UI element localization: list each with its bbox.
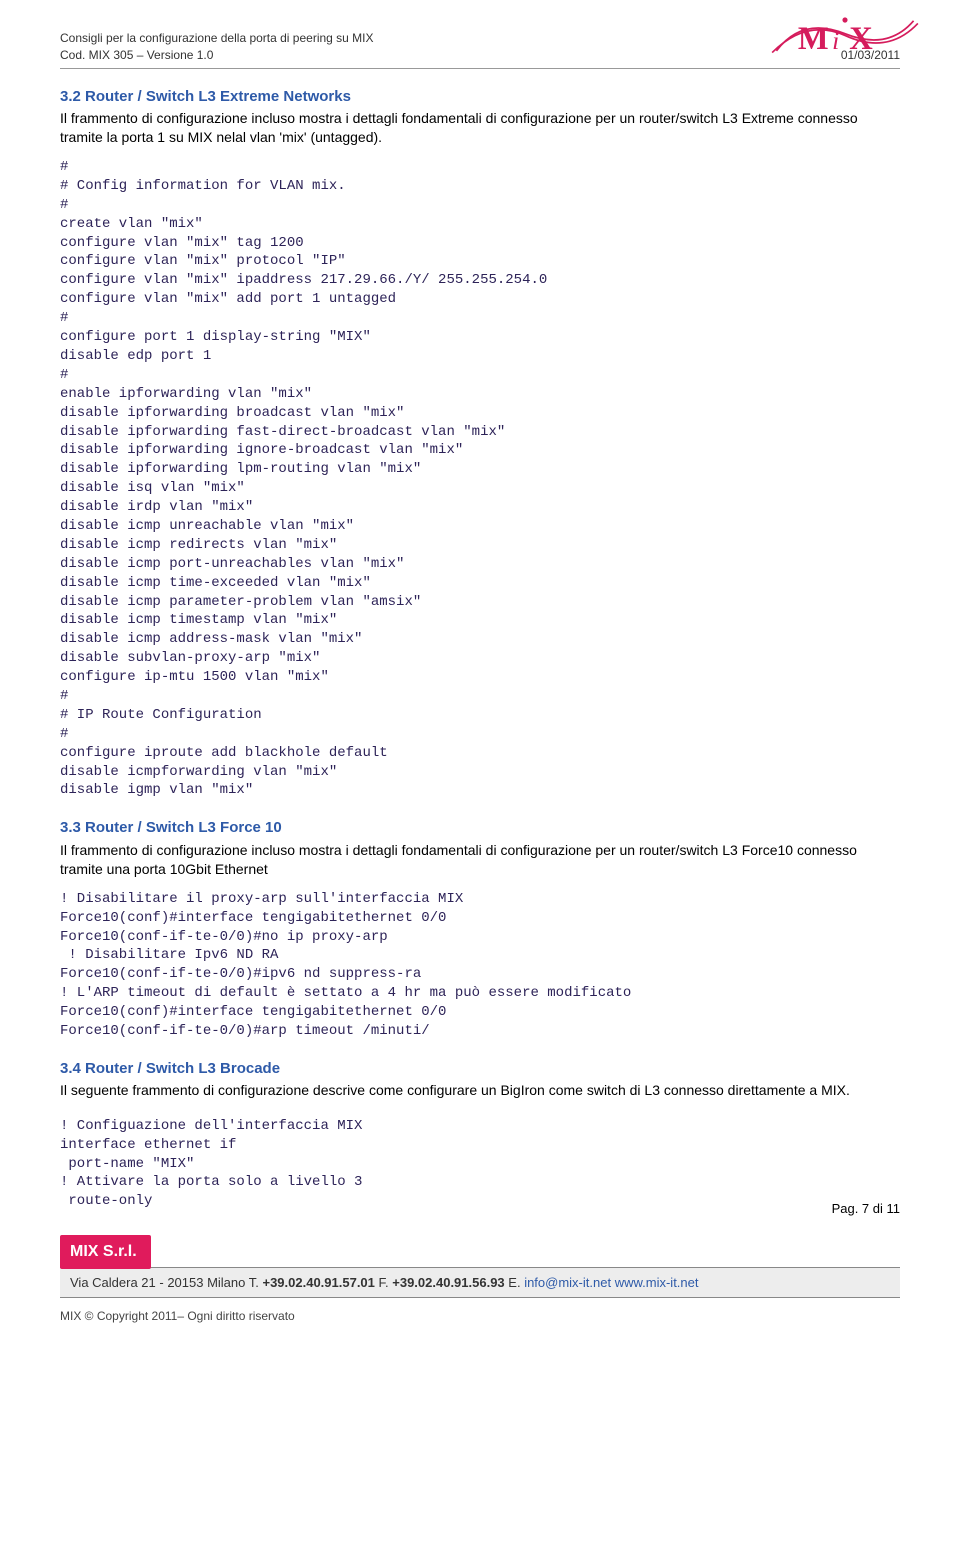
section-heading-33: 3.3 Router / Switch L3 Force 10 (60, 818, 900, 838)
footer-address-prefix: Via Caldera 21 - 20153 Milano T. (70, 1275, 262, 1290)
mix-logo: M i X (760, 8, 930, 68)
section-intro-33: Il frammento di configurazione incluso m… (60, 841, 900, 880)
svg-text:i: i (832, 26, 839, 55)
footer-phone1: +39.02.40.91.57.01 (262, 1275, 374, 1290)
section-heading-32: 3.2 Router / Switch L3 Extreme Networks (60, 87, 900, 107)
footer-phone2: +39.02.40.91.56.93 (392, 1275, 504, 1290)
footer-address: Via Caldera 21 - 20153 Milano T. +39.02.… (60, 1267, 900, 1299)
section-intro-32: Il frammento di configurazione incluso m… (60, 109, 900, 148)
svg-text:M: M (798, 21, 829, 57)
footer-email-label: E. (505, 1275, 525, 1290)
svg-text:X: X (849, 21, 873, 57)
copyright: MIX © Copyright 2011– Ogni diritto riser… (60, 1308, 900, 1324)
code-block-32: # # Config information for VLAN mix. # c… (60, 158, 900, 800)
doc-title: Consigli per la configurazione della por… (60, 30, 374, 47)
code-block-33: ! Disabilitare il proxy-arp sull'interfa… (60, 890, 900, 1041)
footer-email-link[interactable]: info@mix-it.net (524, 1275, 611, 1290)
page-number: Pag. 7 di 11 (832, 1200, 900, 1218)
footer-brand: MIX S.r.l. (60, 1235, 151, 1269)
code-block-34: ! Configuazione dell'interfaccia MIX int… (60, 1117, 362, 1211)
footer-site-link[interactable]: www.mix-it.net (615, 1275, 699, 1290)
section-intro-34: Il seguente frammento di configurazione … (60, 1081, 900, 1101)
section-heading-34: 3.4 Router / Switch L3 Brocade (60, 1059, 900, 1079)
doc-code: Cod. MIX 305 – Versione 1.0 (60, 47, 374, 64)
footer-fax-label: F. (375, 1275, 392, 1290)
